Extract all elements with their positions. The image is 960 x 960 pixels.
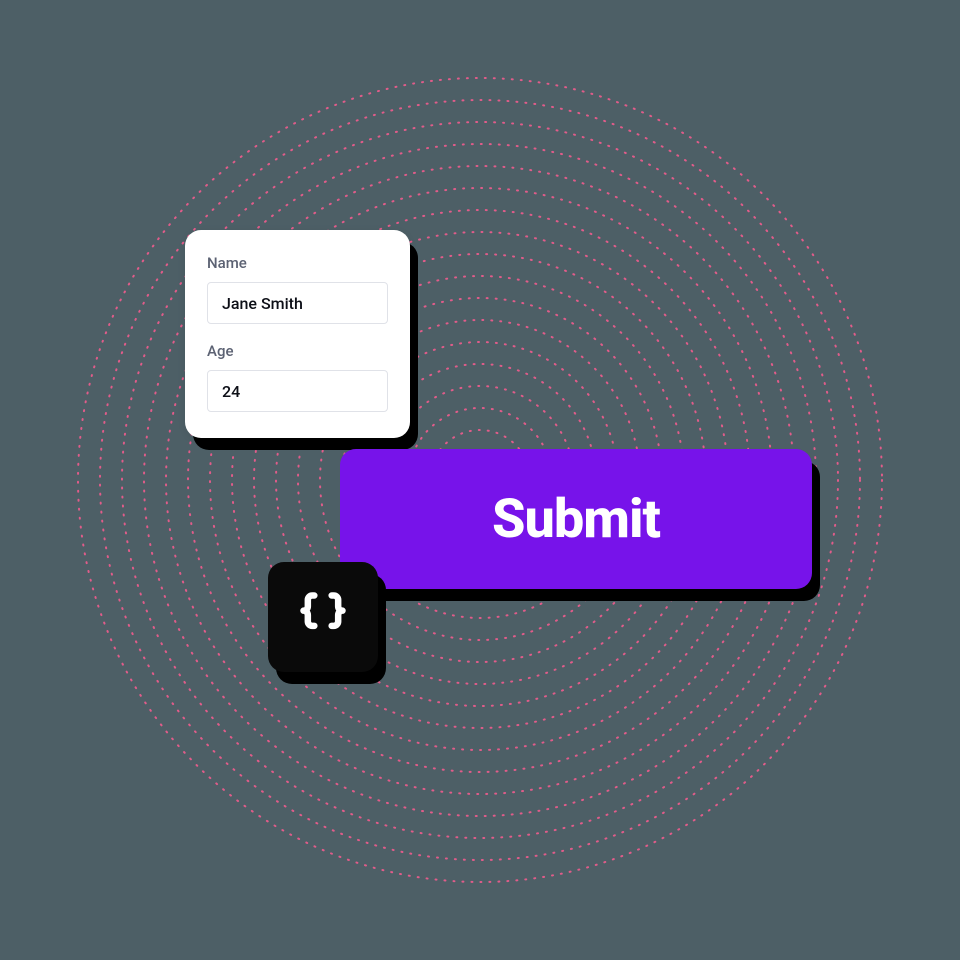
curly-braces-icon bbox=[297, 589, 349, 645]
age-label: Age bbox=[207, 342, 388, 360]
name-label: Name bbox=[207, 254, 388, 272]
age-input[interactable] bbox=[207, 370, 388, 412]
form-card: Name Age bbox=[185, 230, 410, 438]
code-tile bbox=[268, 562, 378, 672]
name-input[interactable] bbox=[207, 282, 388, 324]
submit-button[interactable]: Submit bbox=[340, 449, 812, 589]
